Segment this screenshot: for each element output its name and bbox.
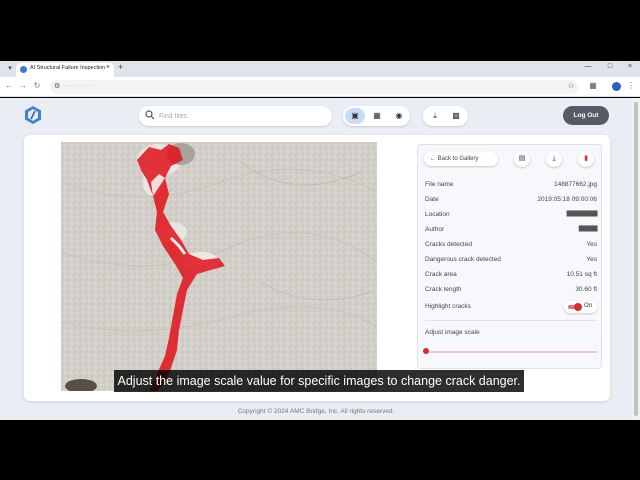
site-info-icon[interactable]: ⚙ [54, 82, 60, 90]
favicon-icon [20, 66, 27, 73]
app-logo-icon [25, 106, 41, 124]
info-label: File name [425, 181, 454, 188]
image-detail-card: ← Back to Gallery ▤ ⤓ ▮ File name 148877… [24, 135, 610, 401]
video-caption: Adjust the image scale value for specifi… [114, 370, 524, 392]
info-label: Crack length [425, 286, 462, 293]
info-label: Cracks detected [425, 241, 472, 248]
logout-button[interactable]: Log Out [563, 106, 609, 125]
info-row-date: Date 2019:05:18 09:00:06 [425, 196, 597, 208]
info-label: Dangerous crack detected [425, 256, 501, 263]
info-value: ██████ [578, 226, 598, 232]
info-value: 148877662.jpg [553, 181, 597, 188]
highlight-cracks-toggle[interactable]: On [564, 301, 597, 313]
search-icon [145, 110, 155, 120]
info-label: Date [425, 196, 439, 203]
image-scale-slider-track[interactable] [425, 351, 597, 353]
close-tab-icon[interactable]: × [106, 64, 110, 71]
view-mode-group: ▣ ▦ ◉ [343, 106, 410, 126]
info-row-file-name: File name 148877662.jpg [425, 181, 597, 193]
panel-divider [425, 320, 597, 321]
forward-arrow-icon[interactable]: → [18, 81, 28, 90]
delete-trash-icon[interactable]: ▮ [578, 151, 594, 167]
report-icon[interactable]: ▤ [514, 151, 530, 167]
browser-tab[interactable]: AI Structural Failure Inspection × [16, 63, 114, 77]
info-value: 30.60 ft [575, 286, 597, 293]
maximize-window-icon[interactable]: □ [604, 63, 616, 70]
image-info-panel: ← Back to Gallery ▤ ⤓ ▮ File name 148877… [417, 144, 602, 369]
minimize-window-icon[interactable]: — [582, 63, 594, 70]
image-scale-label: Adjust image scale [425, 329, 480, 336]
back-arrow-icon: ← [430, 156, 438, 162]
info-row-location: Location ██████████ [425, 211, 598, 223]
inspected-photo [61, 142, 377, 391]
highlight-cracks-label: Highlight cracks [425, 303, 471, 310]
info-value: 10.51 sq ft [566, 271, 597, 278]
export-group: ⤓ ▩ [423, 106, 468, 126]
tab-title: AI Structural Failure Inspection [30, 65, 106, 71]
info-value: ██████████ [566, 211, 598, 217]
camera-icon[interactable]: ◉ [389, 108, 409, 124]
new-tab-plus-icon[interactable]: + [118, 62, 123, 72]
tab-search-chevron-icon[interactable]: ▾ [4, 63, 16, 75]
close-window-icon[interactable]: × [624, 63, 636, 70]
screen: ▾ AI Structural Failure Inspection × + —… [0, 0, 640, 480]
info-row-cracks-detected: Cracks detected Yes [425, 241, 597, 253]
back-to-gallery-button[interactable]: ← Back to Gallery [424, 152, 498, 166]
profile-avatar[interactable] [612, 82, 621, 91]
toggle-knob [574, 303, 582, 311]
gallery-export-icon[interactable]: ▩ [446, 108, 466, 124]
reload-icon[interactable]: ↻ [32, 81, 42, 90]
info-row-crack-length: Crack length 30.60 ft [425, 286, 597, 298]
footer-copyright: Copyright © 2024 AMC Bridge, Inc. All ri… [237, 408, 395, 415]
browser-toolbar: ← → ↻ ⚙ ············ ☆ ▦ ⋮ [0, 77, 640, 97]
address-url: ············ [64, 83, 92, 89]
address-bar[interactable]: ⚙ ············ [50, 80, 578, 94]
scrollbar-thumb[interactable] [634, 102, 638, 416]
image-scale-slider-thumb[interactable] [423, 348, 429, 354]
info-row-crack-area: Crack area 10.51 sq ft [425, 271, 597, 283]
info-value: 2019:05:18 09:00:06 [537, 196, 597, 203]
info-row-author: Author ██████ [425, 226, 598, 238]
page-scrollbar[interactable] [632, 98, 640, 420]
info-label: Crack area [425, 271, 457, 278]
toggle-state-text: On [584, 303, 593, 309]
info-value: Yes [586, 241, 597, 248]
download-image-icon[interactable]: ⤓ [546, 151, 562, 167]
folder-upload-icon[interactable]: ▦ [367, 108, 387, 124]
browser-menu-icon[interactable]: ⋮ [626, 81, 636, 90]
image-view-icon[interactable]: ▣ [345, 108, 365, 124]
extensions-icon[interactable]: ▦ [588, 81, 598, 90]
download-icon[interactable]: ⤓ [425, 108, 445, 124]
browser-tab-bar: ▾ AI Structural Failure Inspection × + —… [0, 61, 640, 77]
info-label: Location [425, 211, 450, 218]
highlight-cracks-row: Highlight cracks On [425, 301, 597, 315]
search-bar[interactable] [139, 106, 332, 126]
back-to-gallery-label: Back to Gallery [437, 156, 479, 162]
image-scale-row: Adjust image scale [425, 329, 597, 341]
back-arrow-icon[interactable]: ← [4, 81, 14, 90]
info-value: Yes [586, 256, 597, 263]
search-input[interactable] [159, 110, 319, 122]
bookmark-star-icon[interactable]: ☆ [566, 81, 576, 90]
info-label: Author [425, 226, 445, 233]
info-row-dangerous-crack: Dangerous crack detected Yes [425, 256, 597, 268]
